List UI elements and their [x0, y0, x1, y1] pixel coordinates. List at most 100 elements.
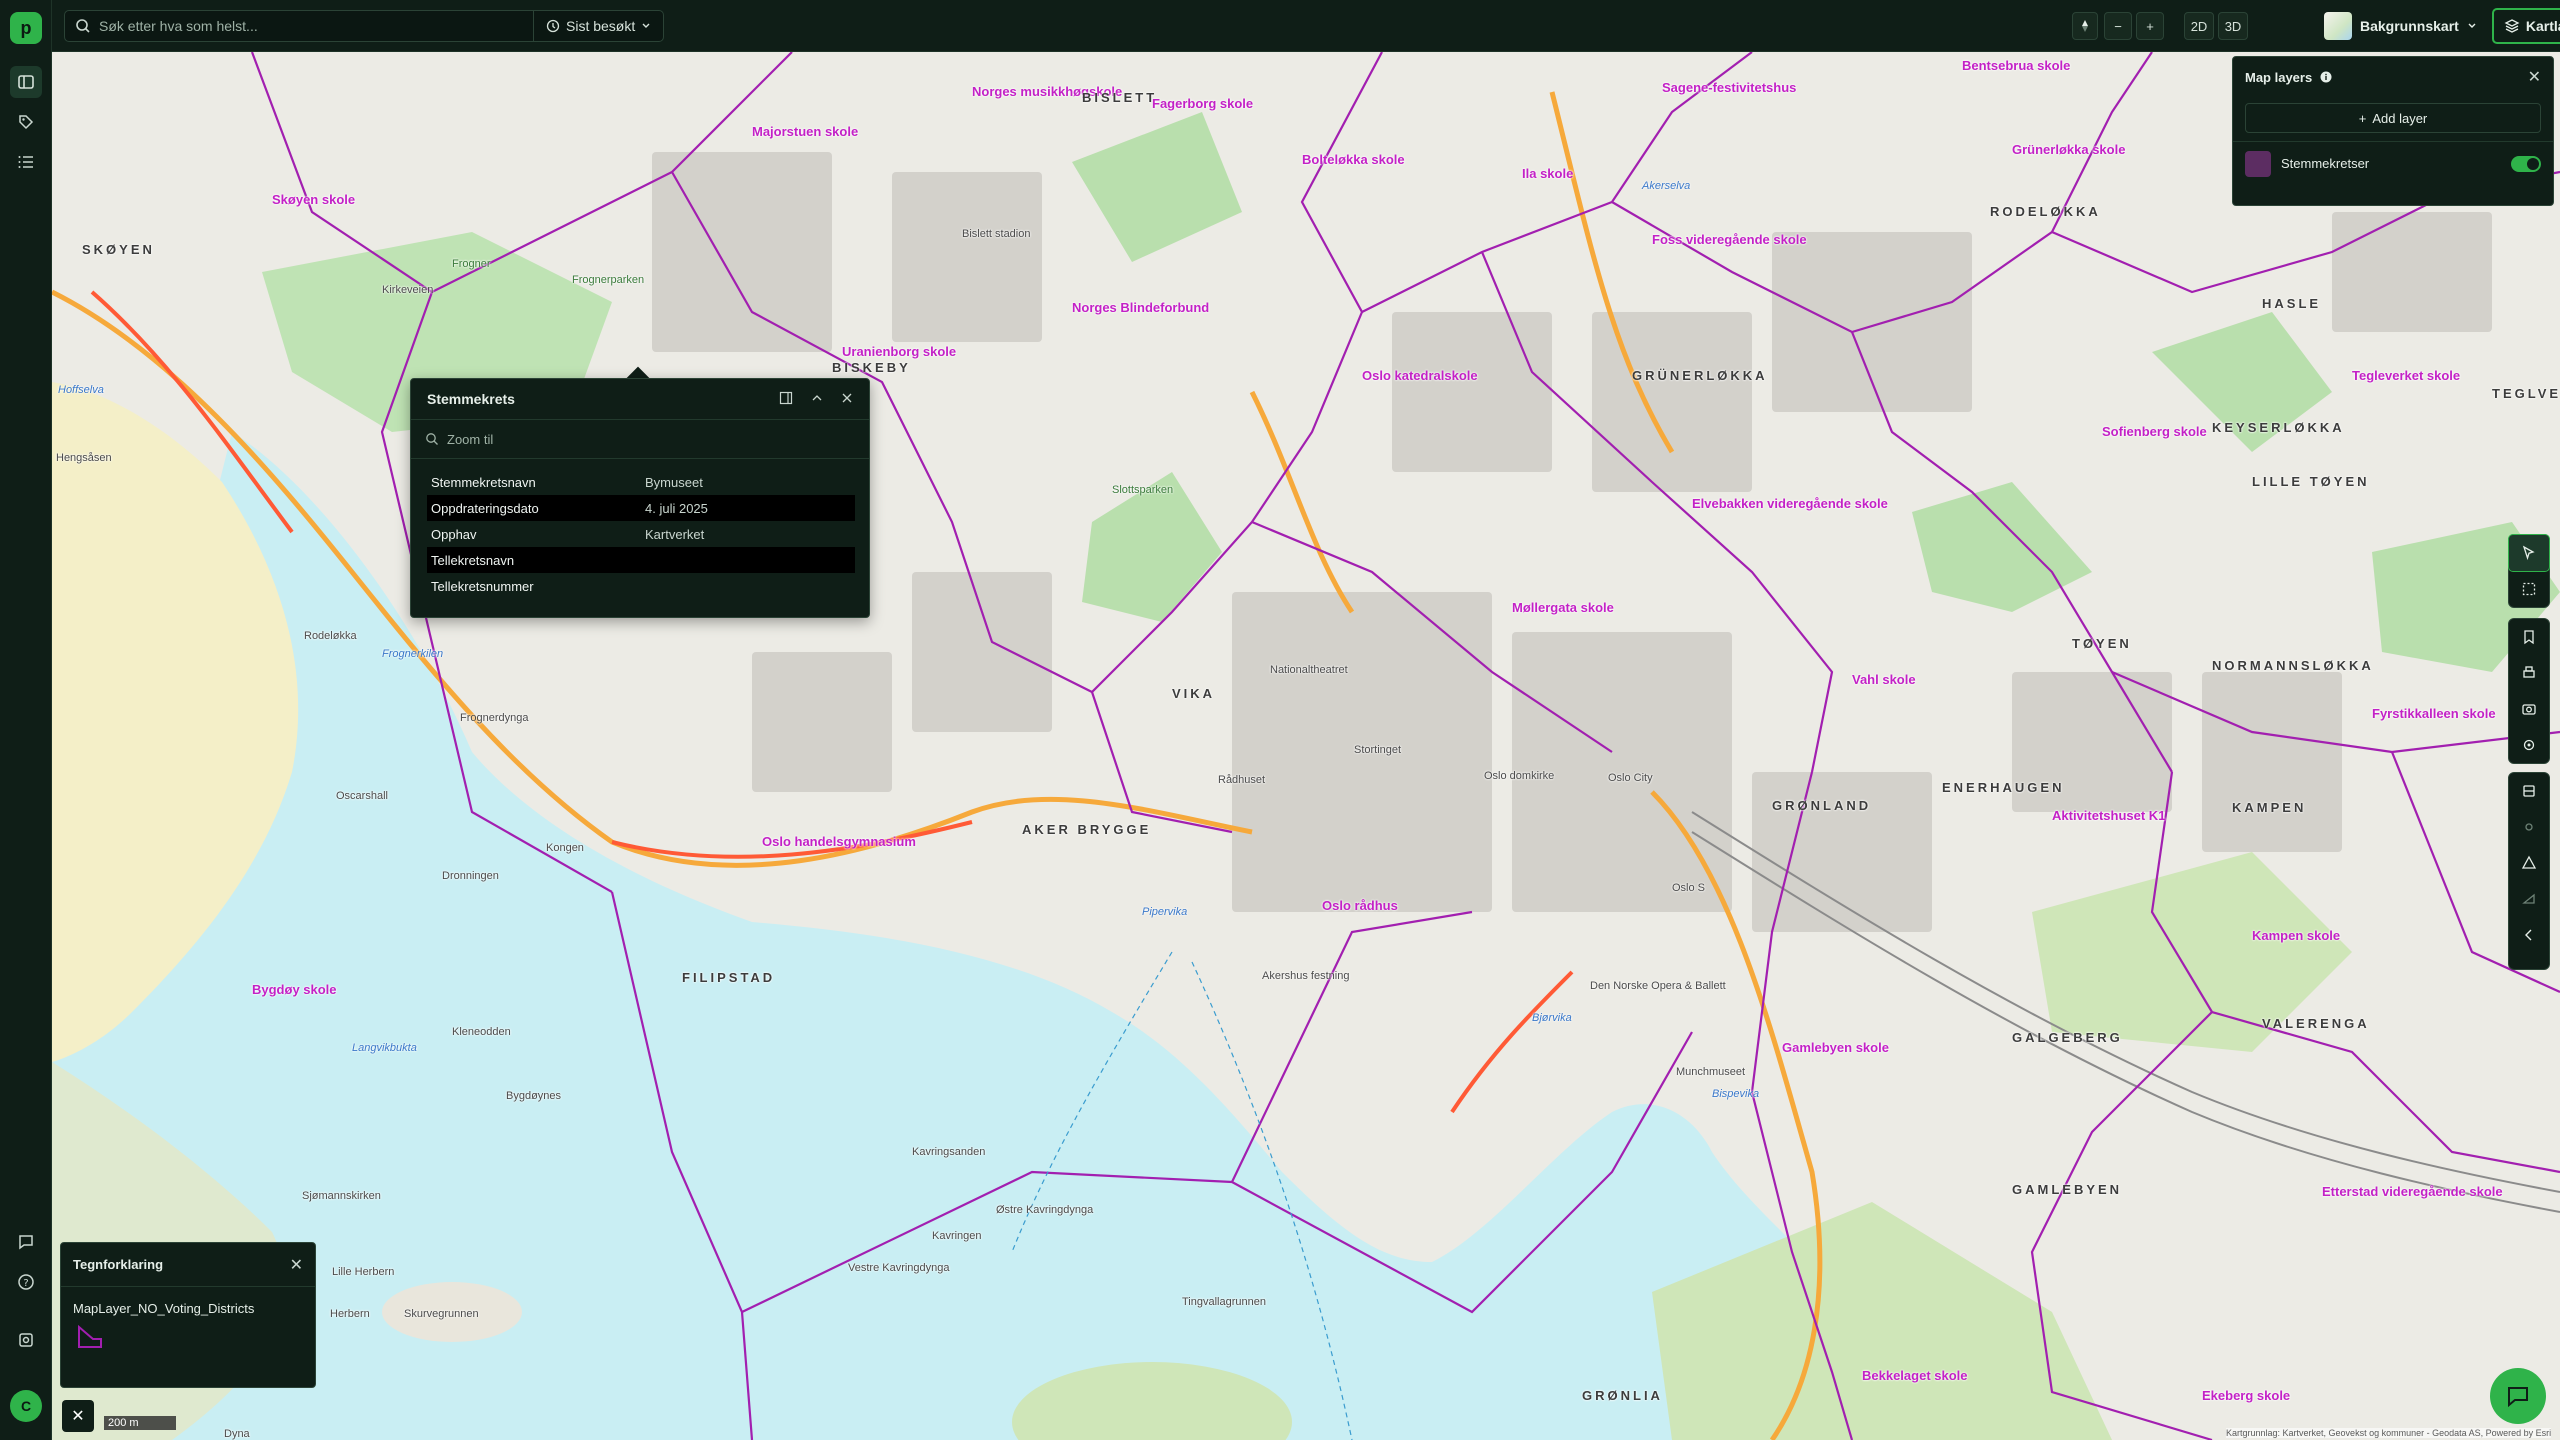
- map-label-school: Bekkelaget skole: [1862, 1368, 1968, 1383]
- map-label-place: Kavringsanden: [912, 1146, 986, 1158]
- mode-2d-button[interactable]: 2D: [2184, 12, 2214, 40]
- layers-label: Kartlag: [2525, 18, 2560, 34]
- search-placeholder: Søk etter hva som helst...: [99, 18, 258, 34]
- select-tool-button[interactable]: [2508, 534, 2550, 572]
- compass-icon: [2082, 20, 2088, 32]
- collapse-icon[interactable]: [811, 391, 823, 408]
- sun-icon: [2525, 823, 2533, 831]
- locate-button[interactable]: [2509, 727, 2549, 763]
- mode-3d-button[interactable]: 3D: [2218, 12, 2248, 40]
- dock-icon[interactable]: [779, 391, 793, 408]
- tags-button[interactable]: [10, 106, 42, 138]
- zoom-to-placeholder: Zoom til: [447, 431, 494, 447]
- map-label-area: BISKEBY: [832, 360, 911, 375]
- settings-icon: [19, 1333, 33, 1347]
- layers-stack-button[interactable]: [2509, 773, 2549, 809]
- close-overlay-button[interactable]: ✕: [62, 1400, 94, 1432]
- attr-key: Tellekretsnummer: [431, 578, 534, 594]
- city-blocks: [652, 152, 2492, 932]
- bookmark-button[interactable]: [2509, 619, 2549, 655]
- map-label-area: GRÜNERLØKKA: [1632, 368, 1768, 383]
- map-label-school: Majorstuen skole: [752, 124, 859, 139]
- list-button[interactable]: [10, 146, 42, 178]
- map-canvas[interactable]: Majorstuen skole Norges musikkhøgskole F…: [52, 52, 2560, 1440]
- map-label-place: Kavringen: [932, 1230, 982, 1242]
- sun-button[interactable]: [2509, 809, 2549, 845]
- zoom-out-button[interactable]: −: [2104, 12, 2132, 40]
- draw-toolbar: [2508, 772, 2550, 970]
- map-label-water: Bjørvika: [1532, 1012, 1572, 1024]
- triangle-icon: [2521, 855, 2537, 869]
- layer-swatch: [2245, 150, 2271, 177]
- screenshot-button[interactable]: [2509, 691, 2549, 727]
- map-label-school: Grünerløkka skole: [2012, 142, 2126, 157]
- popup-header: Stemmekrets: [411, 379, 869, 419]
- print-button[interactable]: [2509, 655, 2549, 691]
- help-button[interactable]: ?: [10, 1266, 42, 1298]
- box-select-button[interactable]: [2509, 571, 2549, 607]
- tag-icon: [19, 115, 34, 130]
- map-label-area: NORMANNSLØKKA: [2212, 658, 2374, 673]
- chat-button[interactable]: [2490, 1368, 2546, 1424]
- search-input[interactable]: Søk etter hva som helst...: [64, 10, 534, 42]
- map-label-school: Oslo handelsgymnasium: [762, 834, 916, 849]
- close-icon[interactable]: ✕: [290, 1255, 303, 1275]
- layer-name: Stemmekretser: [2281, 156, 2370, 171]
- map-label-area: LILLE TØYEN: [2252, 474, 2370, 489]
- zoom-in-button[interactable]: +: [2136, 12, 2164, 40]
- map-label-school: Skøyen skole: [272, 192, 356, 207]
- attr-key: Oppdrateringsdato: [431, 500, 539, 516]
- plus-icon: +: [2358, 110, 2367, 126]
- close-icon[interactable]: [841, 391, 853, 408]
- layer-visibility-toggle[interactable]: [2511, 155, 2541, 172]
- compass-button[interactable]: [2072, 12, 2098, 40]
- map-label-place: Østre Kavringdynga: [996, 1204, 1094, 1216]
- layers-icon: [2504, 19, 2520, 33]
- map-label-school: Oslo rådhus: [1322, 898, 1398, 913]
- map-label-place: Frognerdynga: [460, 712, 529, 724]
- map-label-water: Akerselva: [1642, 180, 1691, 192]
- park: [1072, 112, 1242, 262]
- settings-button[interactable]: [10, 1324, 42, 1356]
- print-icon: [2523, 666, 2535, 678]
- popup-title: Stemmekrets: [427, 391, 515, 407]
- zoom-to-input[interactable]: Zoom til: [411, 419, 869, 459]
- add-layer-button[interactable]: + Add layer: [2245, 103, 2541, 133]
- map-label-place: Munchmuseet: [1676, 1066, 1746, 1078]
- map-label-area: VALERENGA: [2262, 1016, 2370, 1031]
- stack-icon: [2523, 785, 2535, 797]
- attr-value: Bymuseet: [645, 474, 703, 490]
- select-toolbar: [2508, 534, 2550, 608]
- basemap-dropdown[interactable]: Bakgrunnskart: [2318, 8, 2478, 44]
- map-label-place: Bygdøynes: [506, 1090, 562, 1102]
- recent-dropdown[interactable]: Sist besøkt: [534, 10, 664, 42]
- map-label-place: Vestre Kavringdynga: [848, 1262, 950, 1274]
- user-avatar[interactable]: C: [10, 1390, 42, 1422]
- scale-bar: 200 m: [104, 1416, 176, 1430]
- collapse-toolbar-button[interactable]: [2509, 917, 2549, 953]
- map-label-school: Aktivitetshuset K1: [2052, 808, 2166, 823]
- info-icon[interactable]: [2320, 71, 2332, 83]
- map-layers-panel: Map layers ✕ + Add layer Stemmekretser: [2232, 56, 2554, 206]
- map-label-place: Oslo City: [1608, 772, 1653, 784]
- layer-row[interactable]: Stemmekretser: [2233, 141, 2553, 185]
- draw-button[interactable]: [2509, 881, 2549, 917]
- map-view-button[interactable]: [10, 66, 42, 98]
- map-label-school: Tegleverket skole: [2352, 368, 2461, 383]
- layers-button[interactable]: Kartlag: [2492, 8, 2560, 44]
- app-logo[interactable]: p: [10, 12, 42, 44]
- help-icon: ?: [18, 1274, 34, 1290]
- camera-icon: [2522, 704, 2536, 715]
- map-label-place: Sjømannskirken: [302, 1190, 381, 1202]
- add-layer-label: Add layer: [2372, 110, 2428, 126]
- chat-rail-button[interactable]: [10, 1226, 42, 1258]
- message-icon: [19, 1235, 33, 1250]
- legend-layer-name: MapLayer_NO_Voting_Districts: [73, 1301, 255, 1316]
- map-label-area: GRØNLIA: [1582, 1388, 1663, 1403]
- map-label-place: Hengsåsen: [56, 452, 112, 464]
- recent-label: Sist besøkt: [566, 18, 636, 34]
- polygon-icon: [2522, 893, 2535, 904]
- close-icon[interactable]: ✕: [2528, 67, 2541, 87]
- measure-button[interactable]: [2509, 845, 2549, 881]
- map-label-area: GALGEBERG: [2012, 1030, 2123, 1045]
